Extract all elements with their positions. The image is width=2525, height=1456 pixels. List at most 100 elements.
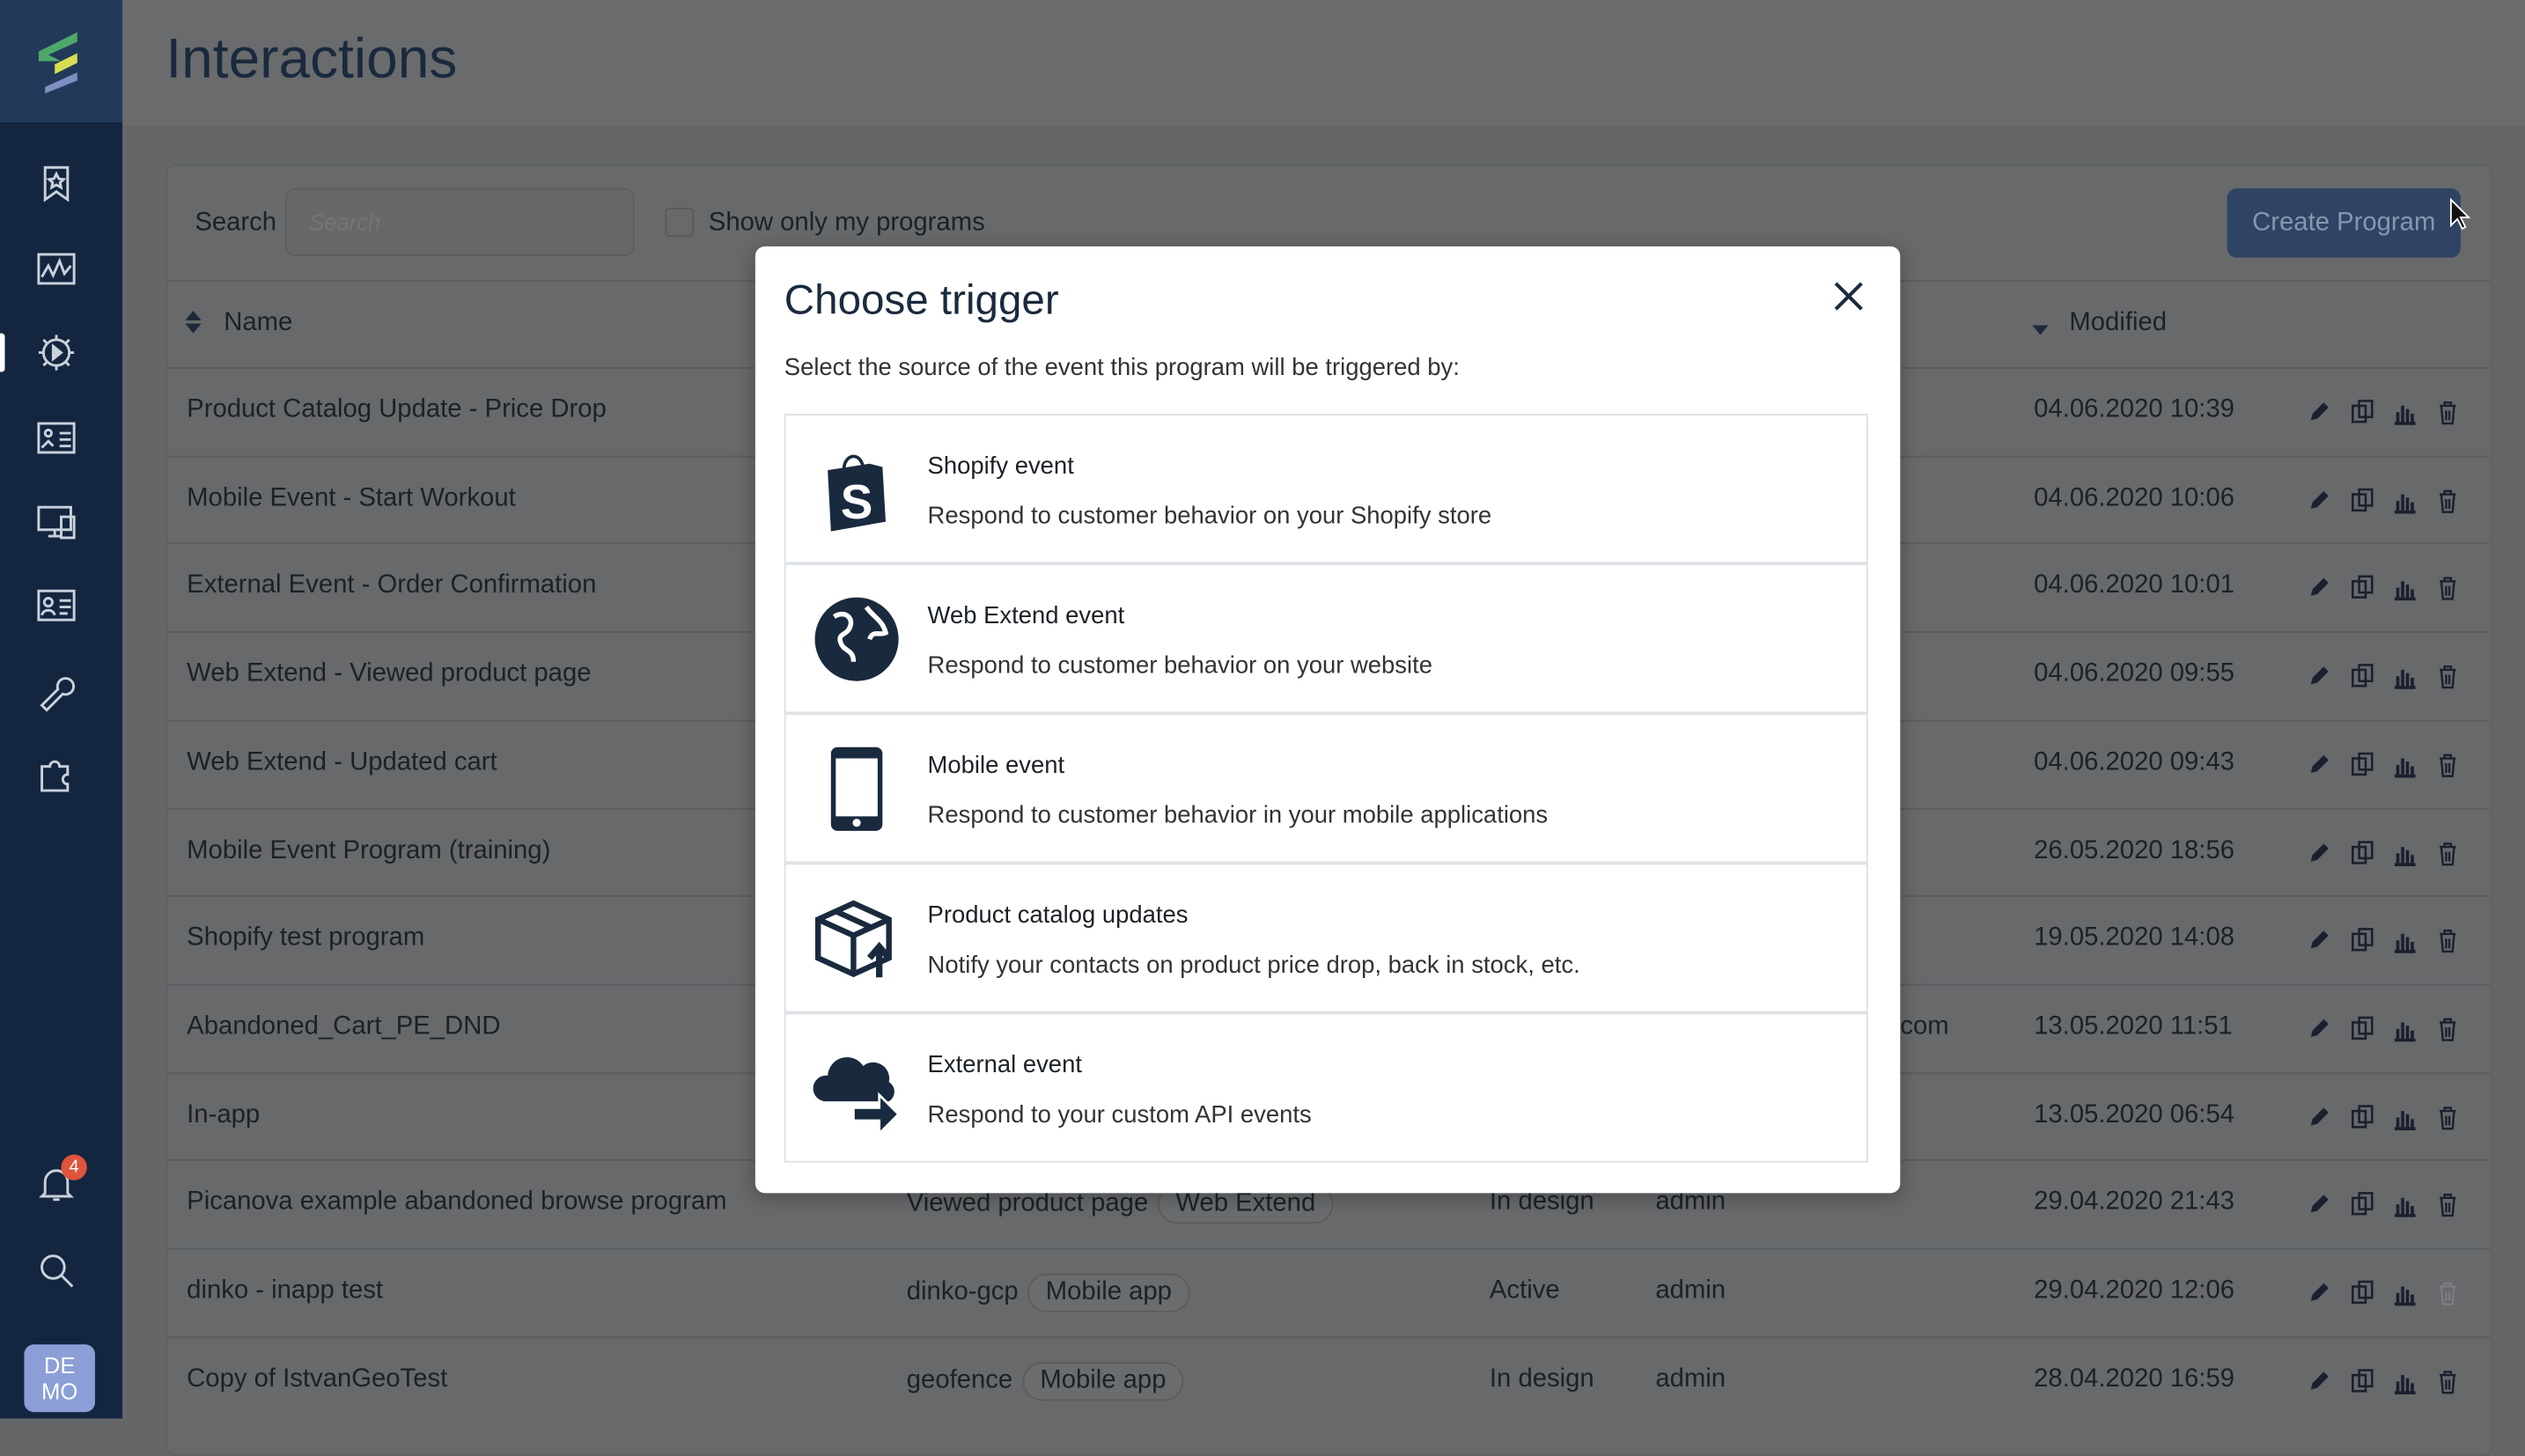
stats-icon[interactable]	[2391, 1192, 2417, 1218]
program-name[interactable]: Shopify test program	[187, 924, 424, 953]
delete-icon[interactable]	[2434, 488, 2460, 513]
edit-icon[interactable]	[2306, 576, 2331, 601]
avatar[interactable]: DE MO	[24, 1344, 95, 1413]
program-name[interactable]: Web Extend - Updated cart	[187, 748, 497, 777]
delete-icon[interactable]	[2434, 1016, 2460, 1041]
edit-icon[interactable]	[2306, 1192, 2331, 1217]
trigger-option-external-event[interactable]: External event Respond to your custom API…	[784, 1012, 1868, 1163]
sidebar: 4 DE MO	[0, 0, 123, 1419]
contact-card-icon[interactable]	[35, 585, 84, 633]
stats-icon[interactable]	[2391, 752, 2417, 778]
mouse-cursor	[2449, 197, 2472, 239]
app-logo[interactable]	[0, 0, 123, 123]
stats-icon[interactable]	[2391, 488, 2417, 513]
program-name[interactable]: dinko - inapp test	[187, 1276, 383, 1305]
program-name[interactable]: Mobile Event - Start Workout	[187, 484, 516, 513]
delete-icon[interactable]	[2434, 752, 2460, 777]
stats-icon[interactable]	[2391, 576, 2417, 601]
program-name[interactable]: Copy of IstvanGeoTest	[187, 1365, 447, 1394]
show-my-programs-label[interactable]: Show only my programs	[709, 210, 985, 239]
avatar-line2: MO	[41, 1378, 78, 1404]
trigger-option-product-catalog-updates[interactable]: Product catalog updates Notify your conta…	[784, 863, 1868, 1013]
delete-icon[interactable]	[2434, 1368, 2460, 1393]
delete-icon[interactable]	[2434, 576, 2460, 601]
stats-icon[interactable]	[2391, 1016, 2417, 1042]
copy-icon[interactable]	[2349, 576, 2374, 601]
gear-play-icon[interactable]	[35, 332, 84, 380]
trigger-option-web-extend-event[interactable]: Web Extend event Respond to customer beha…	[784, 563, 1868, 714]
copy-icon[interactable]	[2349, 1368, 2374, 1393]
create-program-button[interactable]: Create Program	[2227, 188, 2461, 258]
copy-icon[interactable]	[2349, 840, 2374, 865]
wrench-icon[interactable]	[35, 670, 84, 718]
column-header-modified[interactable]: Modified	[2069, 309, 2167, 338]
page-title: Interactions	[166, 27, 458, 91]
copy-icon[interactable]	[2349, 488, 2374, 513]
program-name[interactable]: External Event - Order Confirmation	[187, 572, 596, 601]
bookmark-star-icon[interactable]	[35, 163, 84, 211]
delete-icon[interactable]	[2434, 1280, 2460, 1305]
copy-icon[interactable]	[2349, 400, 2374, 425]
copy-icon[interactable]	[2349, 1104, 2374, 1129]
stats-icon[interactable]	[2391, 664, 2417, 690]
delete-icon[interactable]	[2434, 840, 2460, 865]
table-row[interactable]: Copy of IstvanGeoTest geofence Mobile app I…	[167, 1335, 2490, 1423]
trigger-option-mobile-event[interactable]: Mobile event Respond to customer behavior…	[784, 713, 1868, 864]
delete-icon[interactable]	[2434, 664, 2460, 689]
status: In design	[1489, 1364, 1594, 1393]
table-row[interactable]: dinko - inapp test dinko-gcp Mobile app Act…	[167, 1247, 2490, 1335]
edit-icon[interactable]	[2306, 488, 2331, 513]
status: Active	[1489, 1276, 1560, 1305]
chart-line-icon[interactable]	[35, 248, 84, 297]
sort-desc-icon[interactable]	[2030, 316, 2050, 345]
program-name[interactable]: In-app	[187, 1100, 260, 1129]
stats-icon[interactable]	[2391, 1368, 2417, 1394]
program-name[interactable]: Web Extend - Viewed product page	[187, 660, 591, 689]
edit-icon[interactable]	[2306, 1368, 2331, 1393]
trigger-name: geofence	[906, 1366, 1013, 1394]
delete-icon[interactable]	[2434, 1104, 2460, 1129]
edit-icon[interactable]	[2306, 400, 2331, 425]
search-icon[interactable]	[35, 1249, 84, 1298]
option-description: Respond to customer behavior on your web…	[927, 651, 1433, 680]
delete-icon[interactable]	[2434, 400, 2460, 425]
edit-icon[interactable]	[2306, 928, 2331, 953]
program-name[interactable]: Abandoned_Cart_PE_DND	[187, 1012, 500, 1041]
stats-icon[interactable]	[2391, 840, 2417, 866]
search-input[interactable]	[284, 188, 635, 256]
copy-icon[interactable]	[2349, 928, 2374, 953]
devices-icon[interactable]	[35, 501, 84, 549]
program-name[interactable]: Picanova example abandoned browse progra…	[187, 1188, 726, 1217]
stats-icon[interactable]	[2391, 1104, 2417, 1130]
avatar-line1: DE	[43, 1352, 76, 1379]
copy-icon[interactable]	[2349, 1016, 2374, 1041]
show-my-programs-checkbox[interactable]	[665, 207, 695, 237]
stats-icon[interactable]	[2391, 400, 2417, 425]
row-divider	[167, 1335, 2490, 1338]
copy-icon[interactable]	[2349, 664, 2374, 689]
mobile-phone-icon	[812, 744, 902, 834]
trigger-type-tag: Mobile app	[1027, 1273, 1190, 1313]
edit-icon[interactable]	[2306, 840, 2331, 865]
image-list-icon[interactable]	[35, 417, 84, 466]
copy-icon[interactable]	[2349, 1192, 2374, 1217]
copy-icon[interactable]	[2349, 1280, 2374, 1305]
program-name[interactable]: Product Catalog Update - Price Drop	[187, 396, 607, 425]
trigger-option-shopify-event[interactable]: S Shopify event Respond to customer behavi…	[784, 414, 1868, 564]
puzzle-icon[interactable]	[35, 754, 84, 802]
program-name[interactable]: Mobile Event Program (training)	[187, 836, 550, 865]
edit-icon[interactable]	[2306, 1016, 2331, 1041]
close-icon[interactable]	[1831, 278, 1866, 313]
page-header	[122, 0, 2525, 126]
stats-icon[interactable]	[2391, 928, 2417, 954]
edit-icon[interactable]	[2306, 664, 2331, 689]
copy-icon[interactable]	[2349, 752, 2374, 777]
column-header-name[interactable]: Name	[224, 309, 292, 338]
edit-icon[interactable]	[2306, 752, 2331, 777]
edit-icon[interactable]	[2306, 1104, 2331, 1129]
delete-icon[interactable]	[2434, 928, 2460, 953]
delete-icon[interactable]	[2434, 1192, 2460, 1217]
edit-icon[interactable]	[2306, 1280, 2331, 1305]
sort-icon[interactable]	[184, 309, 203, 342]
stats-icon[interactable]	[2391, 1280, 2417, 1306]
